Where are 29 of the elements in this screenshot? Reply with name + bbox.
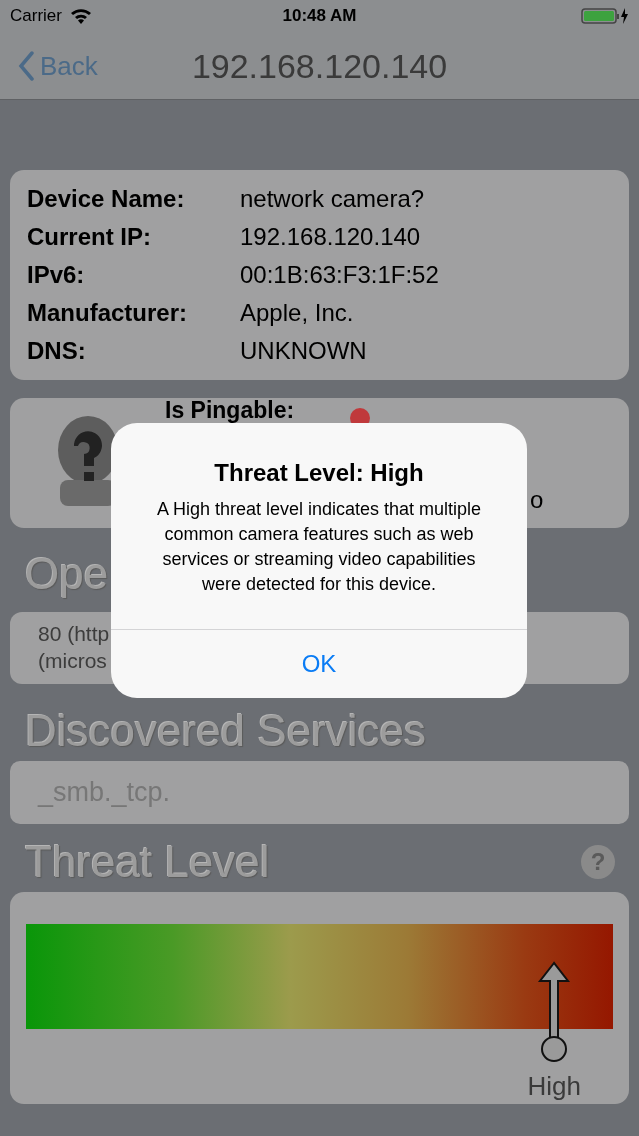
open-ports-heading: Ope — [25, 552, 109, 596]
ping-detail-text: o — [530, 485, 544, 515]
help-button[interactable]: ? — [581, 845, 615, 879]
info-value: Apple, Inc. — [240, 298, 354, 328]
info-value: UNKNOWN — [240, 336, 367, 366]
status-time: 10:48 AM — [282, 5, 357, 28]
info-value: 192.168.120.140 — [240, 222, 421, 252]
battery-icon — [581, 7, 629, 25]
ok-button[interactable]: OK — [111, 630, 527, 698]
discovered-services-heading: Discovered Services — [25, 709, 427, 753]
threat-level-heading: Threat Level — [25, 840, 270, 884]
alert-message: A High threat level indicates that multiple common camera features such as web services or streaming video capabilities were detected for this device. — [155, 498, 483, 596]
info-label: Manufacturer: — [27, 298, 189, 328]
back-button[interactable]: Back — [0, 46, 98, 86]
info-label: Device Name: — [27, 184, 186, 214]
nav-title: 192.168.120.140 — [191, 45, 448, 87]
pingable-label: Is Pingable: — [165, 399, 295, 421]
wifi-icon — [69, 8, 92, 24]
port-text: (micros — [38, 648, 107, 674]
carrier-label: Carrier — [10, 5, 62, 28]
info-label: IPv6: — [27, 260, 86, 290]
alert-title: Threat Level: High — [213, 458, 425, 488]
info-value: 00:1B:63:F3:1F:52 — [240, 260, 439, 290]
info-label: DNS: — [27, 336, 87, 366]
threat-level-label: High — [527, 1070, 582, 1103]
info-value: network camera? — [240, 184, 425, 214]
port-text: 80 (http — [38, 621, 110, 647]
info-label: Current IP: — [27, 222, 152, 252]
chevron-left-icon — [18, 51, 34, 81]
